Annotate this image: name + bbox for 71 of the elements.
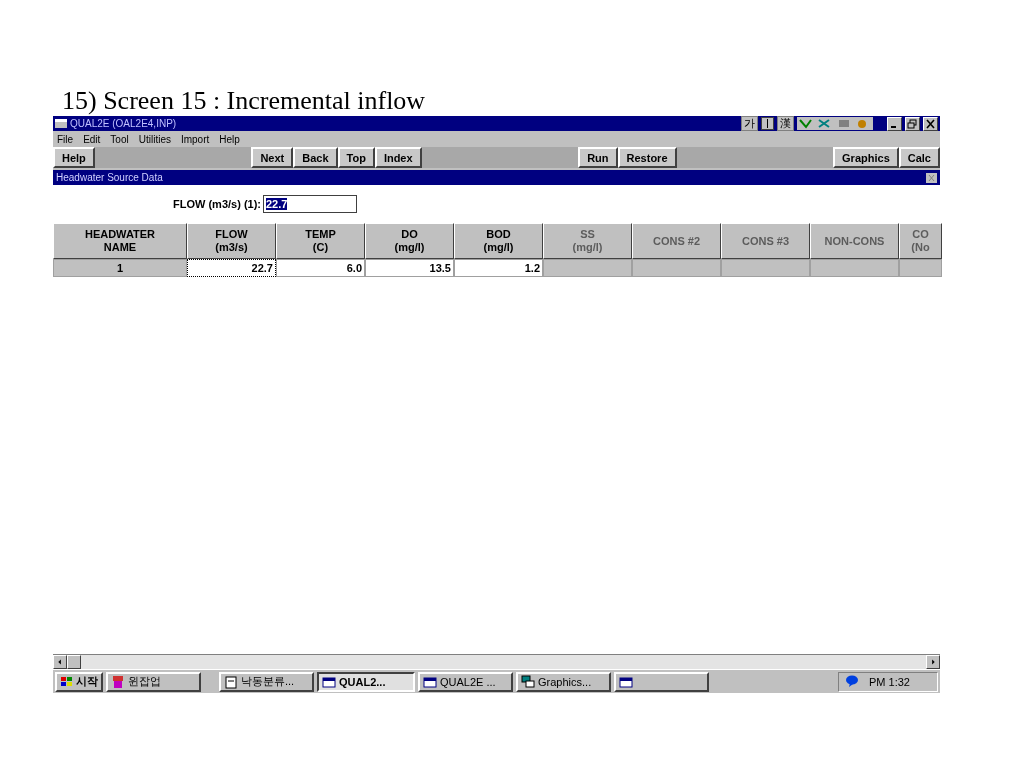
header-text: (mg/l) — [572, 241, 603, 254]
table-cell[interactable]: 13.5 — [365, 259, 454, 277]
flow-input-field[interactable]: 22.7 — [263, 195, 357, 213]
table-cell[interactable]: 1.2 — [454, 259, 543, 277]
minimize-button[interactable] — [887, 116, 902, 131]
toolbar-button[interactable]: Top — [337, 147, 375, 168]
horizontal-scrollbar[interactable] — [53, 654, 940, 669]
taskbar-button[interactable]: 윈잡업 — [106, 671, 201, 692]
toolbar-button[interactable]: Restore — [617, 147, 677, 168]
close-button[interactable] — [923, 116, 938, 131]
header-text: HEADWATER — [84, 228, 156, 241]
toolbar-button[interactable]: Calc — [898, 147, 940, 168]
header-text: (mg/l) — [483, 241, 514, 254]
table-cell[interactable]: 1 — [53, 259, 187, 277]
taskbar-button[interactable]: QUAL2... — [317, 671, 415, 692]
flow-label: FLOW (m3/s) (1): — [173, 198, 261, 210]
menu-item[interactable]: Import — [180, 133, 210, 145]
menu-item[interactable]: Tool — [110, 133, 129, 145]
scroll-left-button[interactable] — [53, 655, 67, 669]
close-icon[interactable] — [926, 172, 937, 183]
window-icon — [55, 119, 67, 128]
header-text: NON-CONS — [824, 234, 885, 248]
app-icon — [111, 674, 125, 689]
toolbar-button[interactable]: Back — [293, 147, 338, 168]
header-text: CONS #3 — [741, 234, 790, 248]
ime-indicator[interactable]: 가 — [741, 116, 758, 131]
toolbar-button[interactable]: Index — [374, 147, 422, 168]
header-text: SS — [580, 228, 595, 241]
header-text: (m3/s) — [215, 241, 248, 254]
window-icon — [619, 675, 633, 688]
window-title: QUAL2E (OAL2E4,INP) — [70, 118, 178, 129]
header-text: BOD — [486, 228, 511, 241]
header-text: TEMP — [305, 228, 336, 241]
toolbar-button[interactable]: Run — [578, 147, 618, 168]
slide-caption: 15) Screen 15 : Incremental inflow — [62, 86, 426, 116]
header-text: FLOW — [215, 228, 248, 241]
taskbar-button[interactable]: QUAL2E ... — [418, 671, 513, 692]
clock: PM 1:32 — [869, 675, 910, 688]
restore-button[interactable] — [905, 116, 920, 131]
header-text: CO — [912, 228, 929, 241]
taskbar-button[interactable] — [614, 671, 709, 692]
taskbar-button[interactable]: 낙동분류... — [219, 671, 314, 692]
start-button[interactable]: 시작 — [55, 671, 103, 692]
ime-indicator[interactable]: 漢 — [777, 116, 794, 131]
window-icon — [322, 675, 336, 688]
header-text: NAME — [103, 241, 137, 254]
toolbar-icons-drawing[interactable] — [797, 117, 873, 130]
header-text: (C) — [312, 241, 329, 254]
document-icon — [224, 674, 238, 689]
taskbar-button[interactable]: Graphics... — [516, 671, 611, 692]
ime-mode-icon[interactable] — [761, 117, 774, 130]
header-text: (No — [911, 241, 930, 254]
window-icon — [423, 675, 437, 688]
scroll-right-button[interactable] — [926, 655, 940, 669]
table-cell[interactable]: 22.7 — [187, 259, 276, 277]
flag-icon — [60, 675, 74, 688]
menu-item[interactable]: Help — [219, 133, 240, 145]
menu-item[interactable]: File — [57, 133, 74, 145]
menu-item[interactable]: Utilities — [138, 133, 171, 145]
toolbar-button[interactable]: Help — [53, 147, 95, 168]
header-text: DO — [401, 228, 418, 241]
menu-item[interactable]: Edit — [83, 133, 101, 145]
scroll-thumb[interactable] — [67, 655, 81, 669]
table-cell[interactable]: 6.0 — [276, 259, 365, 277]
monitor-icon — [521, 674, 535, 689]
header-text: CONS #2 — [652, 234, 701, 248]
panel-title: Headwater Source Data — [56, 172, 163, 183]
speech-bubble-icon[interactable] — [845, 675, 859, 688]
toolbar-button[interactable]: Graphics — [833, 147, 899, 168]
header-text: (mg/l) — [394, 241, 425, 254]
toolbar-button[interactable]: Next — [251, 147, 294, 168]
